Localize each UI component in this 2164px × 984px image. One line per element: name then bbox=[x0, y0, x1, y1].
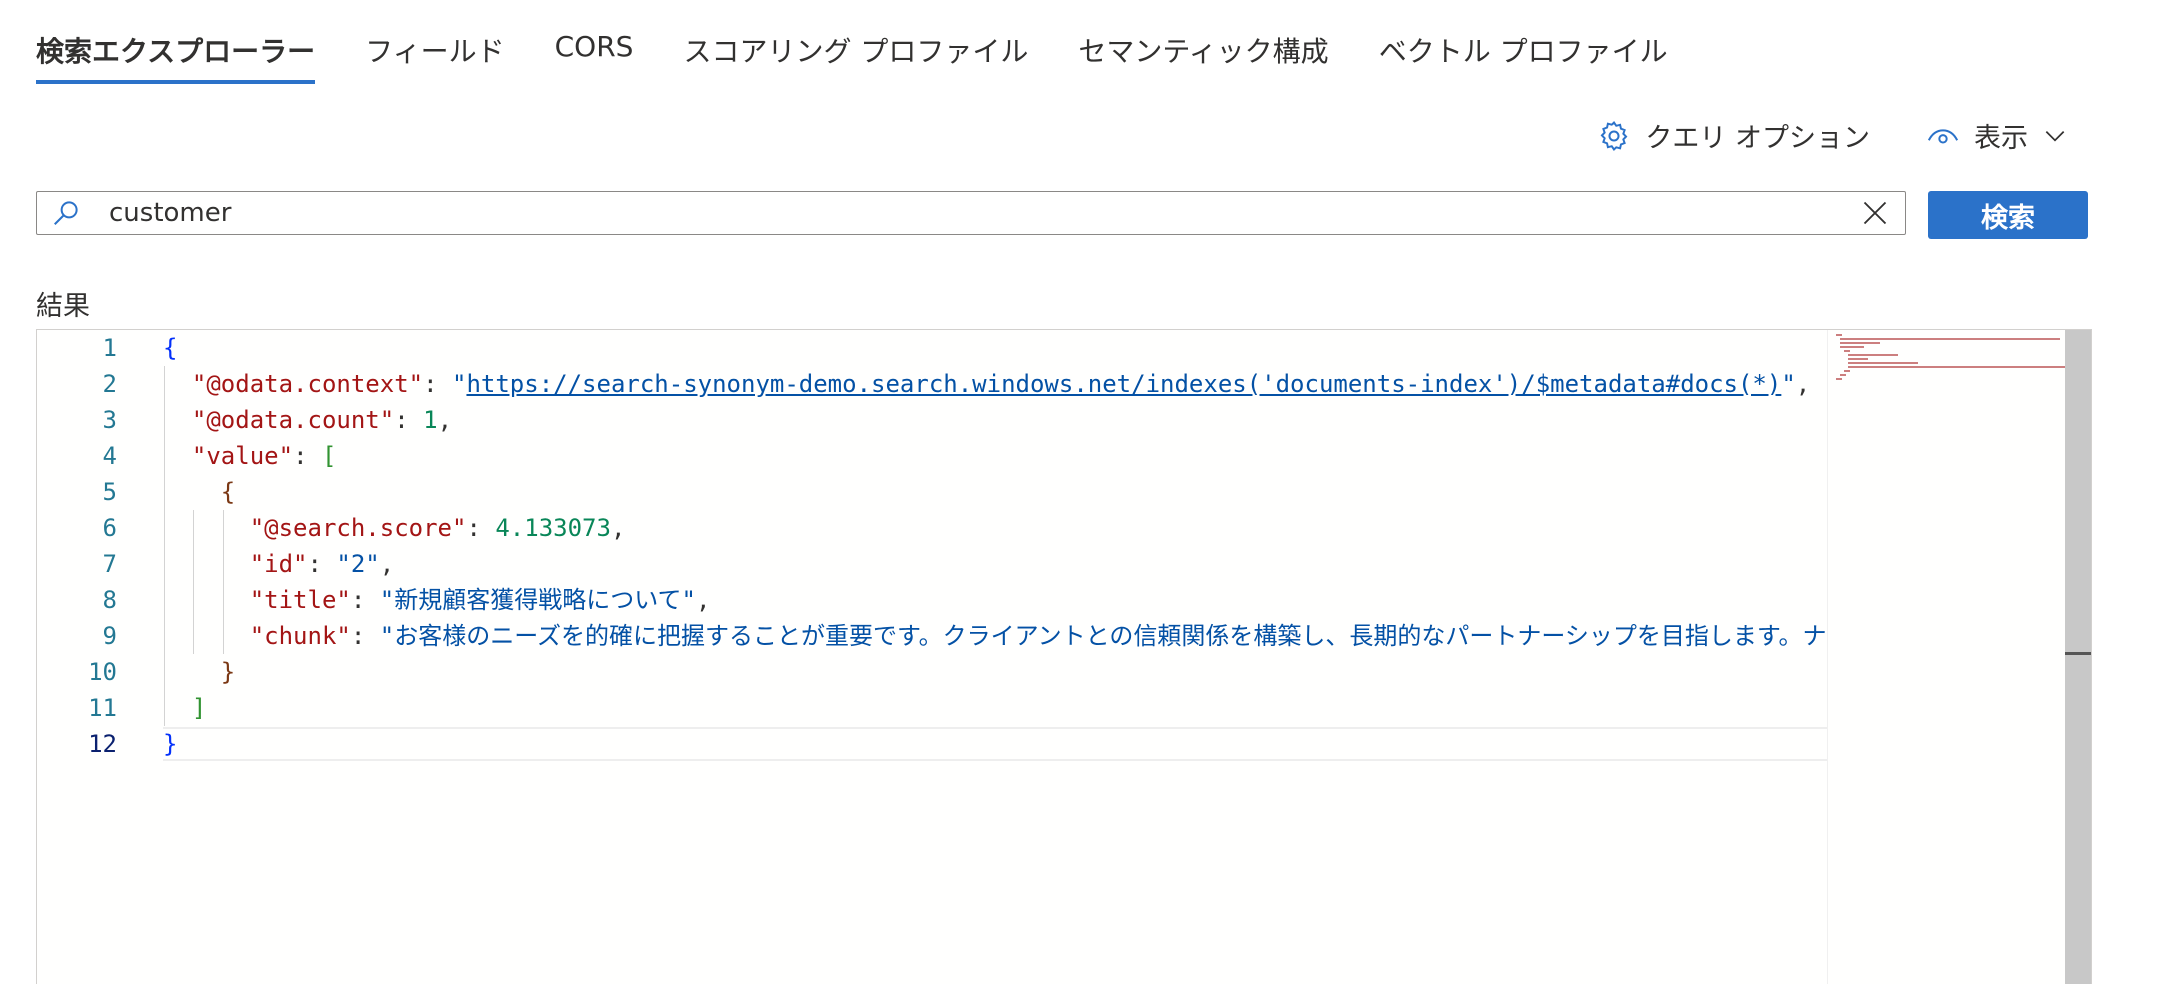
line-number: 6 bbox=[102, 514, 117, 542]
minimap-line bbox=[1848, 358, 1868, 360]
minimap-line bbox=[1840, 346, 1864, 348]
minimap-line bbox=[1840, 374, 1846, 376]
query-options-label: クエリ オプション bbox=[1645, 123, 1870, 154]
results-editor[interactable]: 1 2 3 4 5 6 7 8 9 10 11 12 { "@odata.con… bbox=[36, 329, 2092, 984]
minimap-line bbox=[1848, 366, 2068, 368]
tab-semantic-config[interactable]: セマンティック構成 bbox=[1078, 30, 1328, 84]
minimap-line bbox=[1836, 334, 1842, 336]
tab-vector-profiles[interactable]: ベクトル プロファイル bbox=[1379, 30, 1668, 84]
view-label: 表示 bbox=[1974, 123, 2028, 154]
line-number: 10 bbox=[88, 658, 117, 686]
vertical-scrollbar[interactable] bbox=[2065, 330, 2091, 984]
code-line: "@search.score": 4.133073, bbox=[249, 514, 626, 542]
tab-scoring-profiles[interactable]: スコアリング プロファイル bbox=[683, 30, 1028, 84]
minimap-line bbox=[1840, 338, 2060, 340]
json-string: "お客様のニーズを的確に把握することが重要です。クライアントとの信頼関係を構築し… bbox=[379, 622, 1827, 650]
json-key: "value" bbox=[191, 442, 294, 470]
code-line: } bbox=[163, 730, 178, 758]
tab-search-explorer[interactable]: 検索エクスプローラー bbox=[36, 30, 316, 84]
line-number: 4 bbox=[102, 442, 117, 470]
json-string: "新規顧客獲得戦略について" bbox=[379, 586, 696, 614]
json-number: 4.133073 bbox=[495, 514, 611, 542]
code-line: } bbox=[220, 658, 236, 686]
json-key: "chunk" bbox=[249, 622, 351, 650]
line-number: 3 bbox=[102, 406, 117, 434]
context-url-link[interactable]: https://search-synonym-demo.search.windo… bbox=[466, 370, 1781, 398]
query-toolbar: クエリ オプション 表示 bbox=[1597, 116, 2068, 155]
line-number: 11 bbox=[88, 694, 117, 722]
code-line: ] bbox=[191, 694, 207, 722]
json-code: { "@odata.context": "https://search-syno… bbox=[163, 330, 1863, 984]
line-number: 9 bbox=[102, 622, 117, 650]
code-line: "@odata.count": 1, bbox=[191, 406, 453, 434]
line-number: 2 bbox=[102, 370, 117, 398]
line-number: 7 bbox=[102, 550, 117, 578]
json-string: "2" bbox=[336, 550, 380, 578]
results-label: 結果 bbox=[36, 291, 90, 322]
json-key: "@search.score" bbox=[249, 514, 467, 542]
search-box bbox=[36, 191, 1906, 235]
code-line: "@odata.context": "https://search-synony… bbox=[191, 370, 1811, 398]
eye-icon bbox=[1926, 119, 1960, 153]
line-number: 5 bbox=[102, 478, 117, 506]
search-button[interactable]: 検索 bbox=[1928, 191, 2088, 239]
json-key: "id" bbox=[249, 550, 308, 578]
view-dropdown[interactable]: 表示 bbox=[1926, 116, 2068, 155]
minimap-line bbox=[1844, 350, 1850, 352]
minimap-line bbox=[1844, 370, 1850, 372]
minimap-line bbox=[1836, 378, 1842, 380]
code-minimap[interactable] bbox=[1827, 330, 2068, 984]
tab-bar: 検索エクスプローラー フィールド CORS スコアリング プロファイル セマンテ… bbox=[36, 30, 1668, 84]
close-icon bbox=[1863, 201, 1887, 225]
code-line: "chunk": "お客様のニーズを的確に把握することが重要です。クライアントと… bbox=[249, 622, 1827, 650]
code-line: "title": "新規顧客獲得戦略について", bbox=[249, 586, 711, 614]
tab-fields[interactable]: フィールド bbox=[365, 30, 504, 84]
search-input[interactable] bbox=[107, 197, 1845, 229]
minimap-line bbox=[1848, 354, 1898, 356]
minimap-line bbox=[1840, 342, 1880, 344]
json-key: "title" bbox=[249, 586, 351, 614]
code-line: { bbox=[163, 334, 178, 362]
code-line: "value": [ bbox=[191, 442, 337, 470]
line-number: 8 bbox=[102, 586, 117, 614]
query-options-button[interactable]: クエリ オプション bbox=[1597, 116, 1870, 155]
code-line: { bbox=[220, 478, 236, 506]
minimap-line bbox=[1848, 362, 1918, 364]
scroll-position-marker bbox=[2065, 652, 2091, 655]
search-icon bbox=[51, 198, 93, 228]
json-key: "@odata.count" bbox=[191, 406, 395, 434]
gear-icon bbox=[1597, 119, 1631, 153]
json-key: "@odata.context" bbox=[191, 370, 424, 398]
clear-search-button[interactable] bbox=[1845, 199, 1905, 227]
current-line-highlight bbox=[163, 727, 1863, 761]
tab-cors[interactable]: CORS bbox=[555, 30, 634, 84]
json-number: 1 bbox=[423, 406, 438, 434]
code-line: "id": "2", bbox=[249, 550, 395, 578]
current-line-number: 12 bbox=[88, 730, 117, 758]
line-number: 1 bbox=[102, 334, 117, 362]
chevron-down-icon bbox=[2042, 123, 2068, 149]
